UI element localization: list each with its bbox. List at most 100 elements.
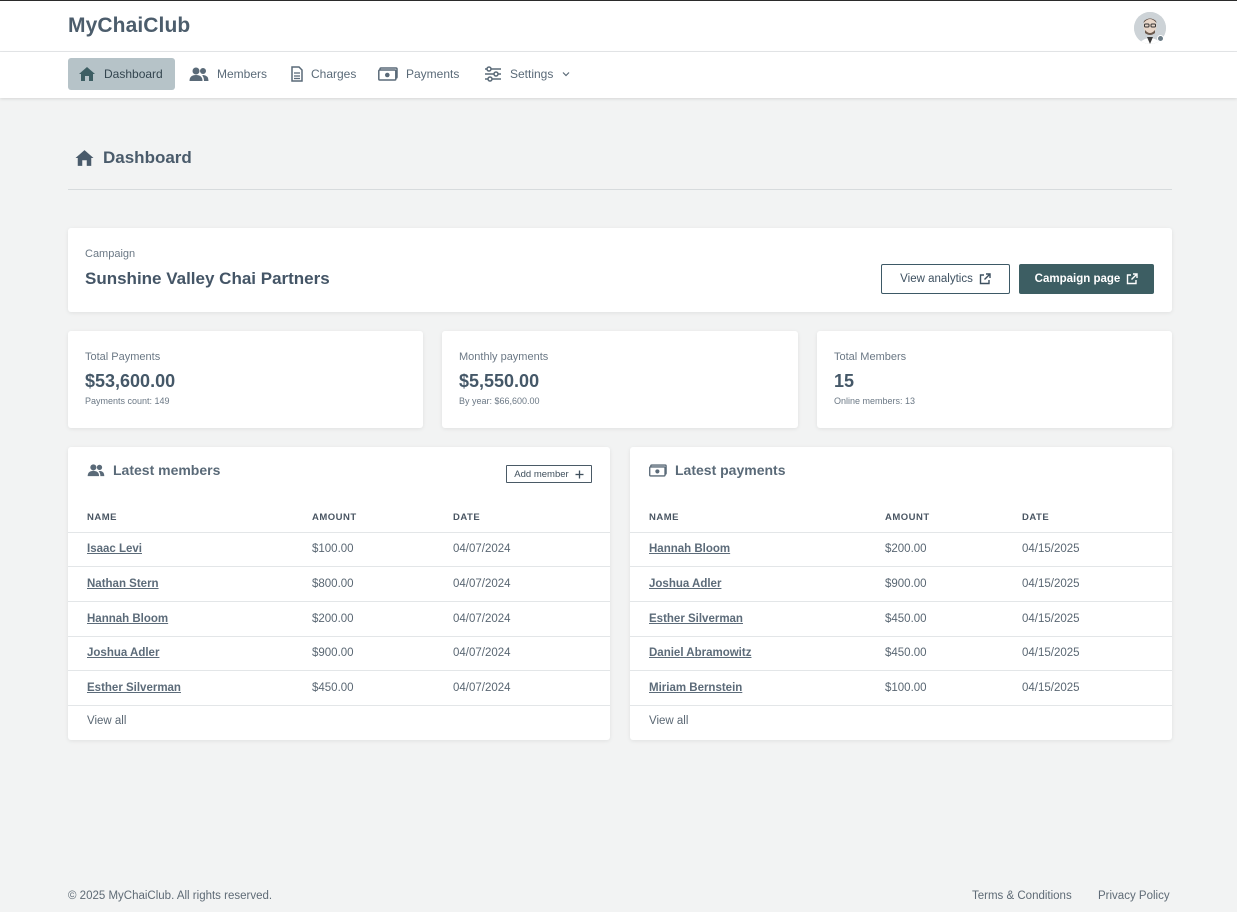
users-icon bbox=[189, 67, 209, 81]
online-status-dot bbox=[1157, 35, 1164, 42]
payment-date: 04/15/2025 bbox=[1022, 636, 1172, 672]
nav-label-members: Members bbox=[217, 67, 268, 81]
nav-item-members[interactable]: Members bbox=[179, 58, 277, 90]
payment-amount: $200.00 bbox=[885, 532, 1022, 568]
payment-amount: $450.00 bbox=[885, 636, 1022, 672]
payment-date: 04/15/2025 bbox=[1022, 532, 1172, 568]
campaign-page-button[interactable]: Campaign page bbox=[1019, 264, 1154, 294]
nav-label-payments: Payments bbox=[406, 67, 460, 81]
panel-title: Latest payments bbox=[649, 462, 785, 478]
member-date: 04/07/2024 bbox=[453, 532, 610, 568]
payment-amount: $100.00 bbox=[885, 670, 1022, 706]
member-date: 04/07/2024 bbox=[453, 566, 610, 602]
column-header-amount: AMOUNT bbox=[312, 504, 453, 533]
column-header-date: DATE bbox=[1022, 504, 1172, 533]
member-amount: $100.00 bbox=[312, 532, 453, 568]
member-amount: $200.00 bbox=[312, 601, 453, 637]
campaign-name: Sunshine Valley Chai Partners bbox=[85, 269, 330, 288]
column-header-name: NAME bbox=[630, 504, 885, 533]
table-row: Hannah Bloom $200.00 04/07/2024 bbox=[68, 601, 610, 637]
payments-table: NAME AMOUNT DATE Hannah Bloom $200.00 04… bbox=[630, 504, 1172, 706]
external-link-icon bbox=[1127, 273, 1139, 285]
stat-card-total-payments: Total Payments $53,600.00 Payments count… bbox=[68, 331, 423, 428]
stat-value: $53,600.00 bbox=[85, 371, 176, 391]
table-header-row: NAME AMOUNT DATE bbox=[68, 504, 610, 533]
top-bar: MyChaiClub bbox=[0, 0, 1237, 52]
stat-subtext: By year: $66,600.00 bbox=[459, 396, 540, 406]
table-row: Esther Silverman $450.00 04/15/2025 bbox=[630, 601, 1172, 637]
page-header: Dashboard bbox=[68, 140, 1172, 190]
column-header-date: DATE bbox=[453, 504, 610, 533]
table-row: Joshua Adler $900.00 04/15/2025 bbox=[630, 566, 1172, 602]
latest-members-panel: Latest members Add member NAME AMOUNT DA… bbox=[68, 447, 610, 740]
nav-label-dashboard: Dashboard bbox=[104, 67, 163, 81]
payment-date: 04/15/2025 bbox=[1022, 670, 1172, 706]
panel-title-text: Latest members bbox=[113, 462, 221, 478]
payer-name-link[interactable]: Hannah Bloom bbox=[630, 532, 885, 568]
payer-name-link[interactable]: Miriam Bernstein bbox=[630, 670, 885, 706]
stat-label: Total Payments bbox=[85, 351, 161, 363]
member-date: 04/07/2024 bbox=[453, 670, 610, 706]
campaign-card: Campaign Sunshine Valley Chai Partners V… bbox=[68, 228, 1172, 312]
payment-amount: $900.00 bbox=[885, 566, 1022, 602]
panel-title-text: Latest payments bbox=[675, 462, 786, 478]
home-icon bbox=[79, 67, 95, 81]
stat-card-total-members: Total Members 15 Online members: 13 bbox=[817, 331, 1172, 428]
payer-name-link[interactable]: Joshua Adler bbox=[630, 566, 885, 602]
view-all-payments-link[interactable]: View all bbox=[649, 715, 688, 727]
plus-icon bbox=[575, 470, 584, 478]
nav-item-settings[interactable]: Settings bbox=[474, 58, 581, 90]
view-analytics-label: View analytics bbox=[900, 273, 973, 285]
main-nav: Dashboard Members Charges Payments Setti… bbox=[0, 52, 1237, 98]
table-row: Isaac Levi $100.00 04/07/2024 bbox=[68, 532, 610, 568]
privacy-link[interactable]: Privacy Policy bbox=[1098, 890, 1170, 902]
member-date: 04/07/2024 bbox=[453, 636, 610, 672]
payment-amount: $450.00 bbox=[885, 601, 1022, 637]
table-row: Miriam Bernstein $100.00 04/15/2025 bbox=[630, 670, 1172, 706]
stat-label: Monthly payments bbox=[459, 351, 549, 363]
money-icon bbox=[378, 67, 398, 81]
add-member-button[interactable]: Add member bbox=[506, 465, 592, 483]
member-name-link[interactable]: Isaac Levi bbox=[68, 532, 312, 568]
view-analytics-button[interactable]: View analytics bbox=[881, 264, 1010, 294]
campaign-page-label: Campaign page bbox=[1034, 273, 1121, 285]
page-title-text: Dashboard bbox=[103, 148, 192, 167]
column-header-name: NAME bbox=[68, 504, 312, 533]
page-title: Dashboard bbox=[74, 148, 192, 168]
stat-value: 15 bbox=[834, 371, 855, 391]
stat-value: $5,550.00 bbox=[459, 371, 540, 391]
home-icon bbox=[75, 150, 94, 166]
sliders-icon bbox=[485, 66, 501, 82]
terms-link[interactable]: Terms & Conditions bbox=[972, 890, 1072, 902]
nav-label-settings: Settings bbox=[510, 67, 554, 81]
document-icon bbox=[291, 66, 303, 82]
external-link-icon bbox=[979, 273, 991, 285]
table-row: Hannah Bloom $200.00 04/15/2025 bbox=[630, 532, 1172, 568]
nav-item-payments[interactable]: Payments bbox=[368, 58, 469, 90]
footer-copyright: © 2025 MyChaiClub. All rights reserved. bbox=[68, 890, 273, 902]
payment-date: 04/15/2025 bbox=[1022, 601, 1172, 637]
view-all-members-link[interactable]: View all bbox=[87, 715, 126, 727]
payer-name-link[interactable]: Daniel Abramowitz bbox=[630, 636, 885, 672]
table-row: Esther Silverman $450.00 04/07/2024 bbox=[68, 670, 610, 706]
nav-item-dashboard[interactable]: Dashboard bbox=[68, 58, 175, 90]
stat-subtext: Payments count: 149 bbox=[85, 396, 170, 406]
add-member-label: Add member bbox=[514, 468, 569, 480]
latest-payments-panel: Latest payments NAME AMOUNT DATE Hannah … bbox=[630, 447, 1172, 740]
member-name-link[interactable]: Esther Silverman bbox=[68, 670, 312, 706]
member-name-link[interactable]: Joshua Adler bbox=[68, 636, 312, 672]
stat-subtext: Online members: 13 bbox=[834, 396, 916, 406]
member-name-link[interactable]: Hannah Bloom bbox=[68, 601, 312, 637]
stat-label: Total Members bbox=[834, 351, 907, 363]
member-amount: $800.00 bbox=[312, 566, 453, 602]
payment-date: 04/15/2025 bbox=[1022, 566, 1172, 602]
member-name-link[interactable]: Nathan Stern bbox=[68, 566, 312, 602]
nav-item-charges[interactable]: Charges bbox=[281, 58, 366, 90]
member-amount: $900.00 bbox=[312, 636, 453, 672]
payer-name-link[interactable]: Esther Silverman bbox=[630, 601, 885, 637]
member-amount: $450.00 bbox=[312, 670, 453, 706]
app-logo[interactable]: MyChaiClub bbox=[68, 14, 190, 38]
table-row: Nathan Stern $800.00 04/07/2024 bbox=[68, 566, 610, 602]
member-date: 04/07/2024 bbox=[453, 601, 610, 637]
nav-label-charges: Charges bbox=[311, 67, 357, 81]
